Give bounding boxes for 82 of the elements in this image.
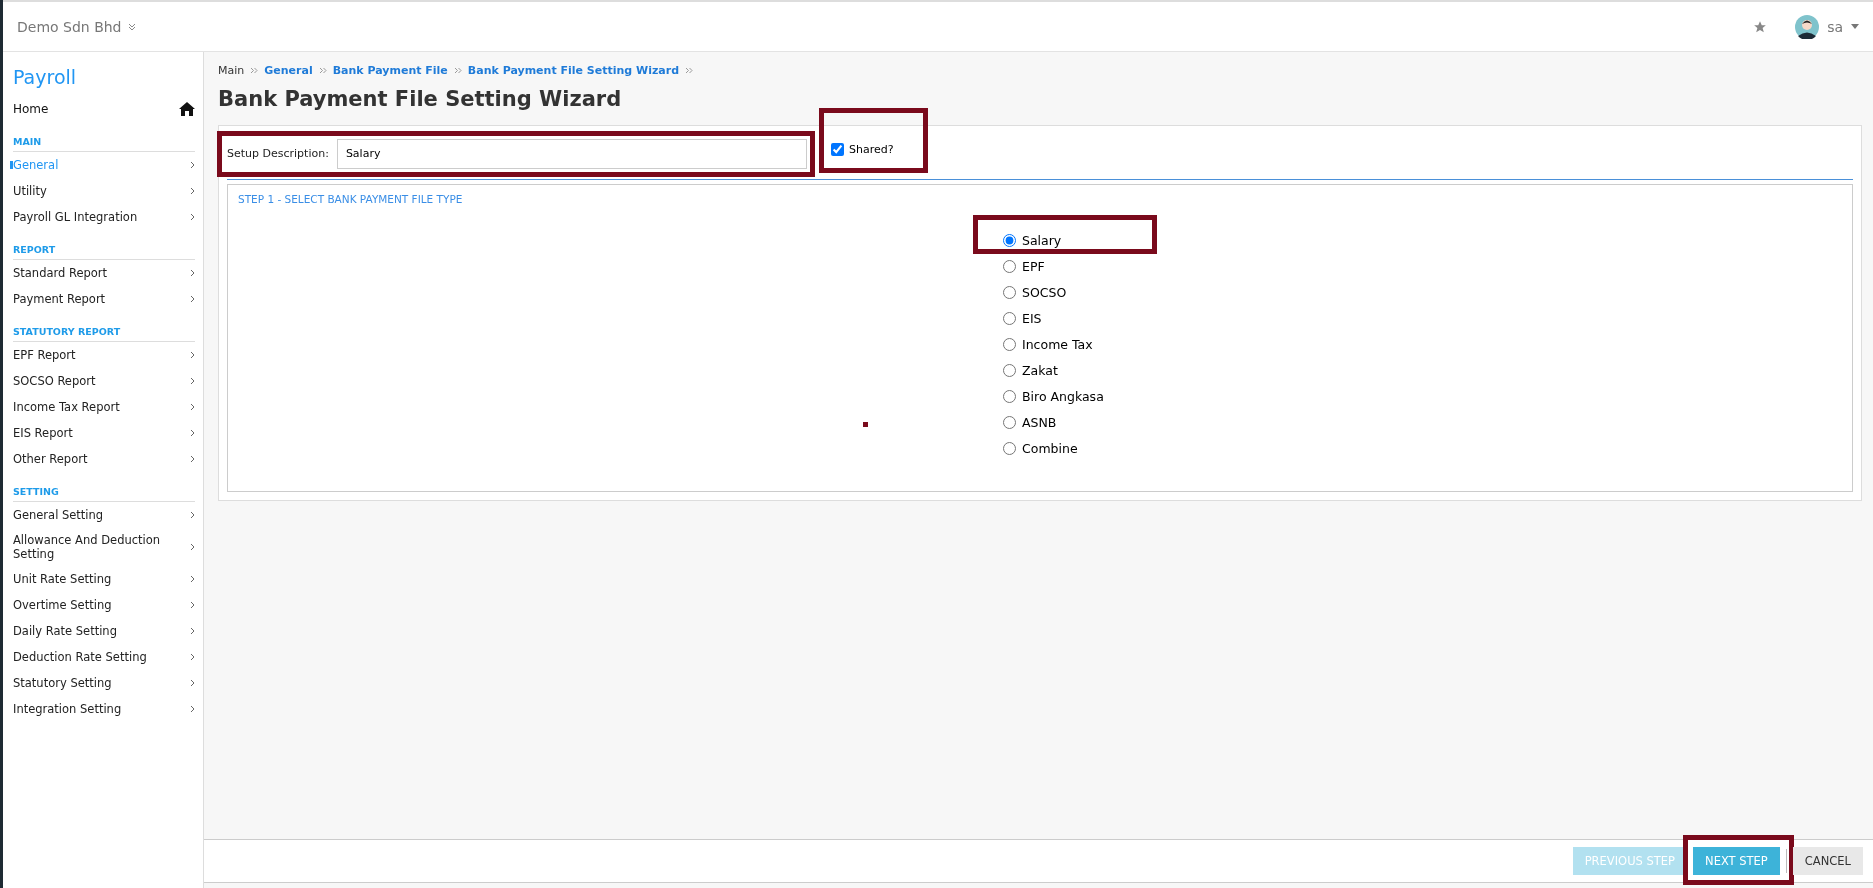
- option-label: EPF: [1022, 258, 1045, 274]
- breadcrumb-link[interactable]: Bank Payment File Setting Wizard: [467, 64, 680, 77]
- section-heading: STATUTORY REPORT: [13, 320, 195, 342]
- section-heading: SETTING: [13, 480, 195, 502]
- chevron-icon: [190, 377, 195, 385]
- radio-button[interactable]: [1003, 441, 1016, 455]
- chevron-icon: [190, 351, 195, 359]
- radio-button[interactable]: [1003, 415, 1016, 429]
- field-label: Setup Description:: [227, 147, 329, 160]
- chevron-icon: [190, 213, 195, 221]
- option-label: Zakat: [1022, 362, 1058, 378]
- chevron-icon: [190, 403, 195, 411]
- sidebar-item[interactable]: Deduction Rate Setting: [13, 644, 195, 670]
- section-heading: REPORT: [13, 238, 195, 260]
- sidebar-item[interactable]: Unit Rate Setting: [13, 566, 195, 592]
- sidebar-item[interactable]: Allowance And Deduction Setting: [13, 528, 195, 566]
- sidebar-item[interactable]: SOCSO Report: [13, 368, 195, 394]
- checkbox[interactable]: [831, 143, 844, 156]
- breadcrumb-link[interactable]: General: [264, 64, 313, 77]
- chevron-icon: [190, 653, 195, 661]
- chevron-icon: [190, 187, 195, 195]
- sidebar-item[interactable]: Payment Report: [13, 286, 195, 312]
- radio-button[interactable]: [1003, 233, 1016, 247]
- chevron-icon: [190, 627, 195, 635]
- breadcrumb-text: Main: [218, 64, 245, 77]
- sidebar-item[interactable]: Utility: [13, 178, 195, 204]
- option-label: ASNB: [1022, 414, 1057, 430]
- sidebar-item[interactable]: EIS Report: [13, 420, 195, 446]
- option-label: Biro Angkasa: [1022, 388, 1104, 404]
- option-label: Salary: [1022, 232, 1062, 248]
- chevron-icon: [190, 511, 195, 519]
- chevron-icon: [190, 455, 195, 463]
- home-icon: [179, 102, 195, 116]
- sidebar-item[interactable]: Statutory Setting: [13, 670, 195, 696]
- checkbox-label: Shared?: [849, 143, 894, 156]
- user-name[interactable]: sa: [1827, 18, 1843, 35]
- home-link[interactable]: Home: [13, 102, 195, 116]
- wizard-button[interactable]: CANCEL: [1792, 847, 1863, 875]
- sidebar-item[interactable]: EPF Report: [13, 342, 195, 368]
- chevron-icon: [190, 679, 195, 687]
- sidebar-item[interactable]: Income Tax Report: [13, 394, 195, 420]
- radio-button[interactable]: [1003, 389, 1016, 403]
- double-chevron-icon[interactable]: [127, 22, 136, 31]
- sidebar-item[interactable]: General Setting: [13, 502, 195, 528]
- option-label: Income Tax: [1022, 336, 1093, 352]
- radio-button[interactable]: [1003, 363, 1016, 377]
- caret-icon[interactable]: [1851, 24, 1859, 29]
- breadcrumb-separator-icon: [250, 67, 259, 74]
- breadcrumb-separator-icon: [453, 67, 462, 74]
- option-label: EIS: [1022, 310, 1042, 326]
- step-title: STEP 1 - SELECT BANK PAYMENT FILE TYPE: [238, 193, 464, 205]
- option-label: SOCSO: [1022, 284, 1067, 300]
- star-icon[interactable]: [1753, 19, 1768, 34]
- annotation-mark: [863, 422, 868, 427]
- sidebar-item[interactable]: Other Report: [13, 446, 195, 472]
- company-name[interactable]: Demo Sdn Bhd: [17, 18, 122, 35]
- sidebar-item[interactable]: Integration Setting: [13, 696, 195, 722]
- chevron-icon: [190, 601, 195, 609]
- avatar-icon[interactable]: [1795, 14, 1820, 39]
- chevron-icon: [190, 429, 195, 437]
- chevron-icon: [190, 705, 195, 713]
- breadcrumb-separator-icon: [685, 67, 694, 74]
- section-heading: MAIN: [13, 130, 195, 152]
- sidebar-item[interactable]: Daily Rate Setting: [13, 618, 195, 644]
- chevron-icon: [190, 295, 195, 303]
- sidebar-item[interactable]: Overtime Setting: [13, 592, 195, 618]
- option-label: Combine: [1022, 440, 1078, 456]
- breadcrumb-separator-icon: [318, 67, 327, 74]
- input-field[interactable]: Salary: [336, 138, 807, 169]
- sidebar-item[interactable]: Standard Report: [13, 260, 195, 286]
- breadcrumb-link[interactable]: Bank Payment File: [332, 64, 448, 77]
- chevron-icon: [190, 543, 195, 551]
- sidebar-item[interactable]: Payroll GL Integration: [13, 204, 195, 230]
- radio-button[interactable]: [1003, 311, 1016, 325]
- chevron-icon: [190, 161, 195, 169]
- radio-button[interactable]: [1003, 259, 1016, 273]
- chevron-icon: [190, 269, 195, 277]
- page-title: Bank Payment File Setting Wizard: [218, 87, 623, 111]
- chevron-icon: [190, 575, 195, 583]
- radio-button[interactable]: [1003, 337, 1016, 351]
- radio-button[interactable]: [1003, 285, 1016, 299]
- sidebar-title: Payroll: [13, 66, 78, 88]
